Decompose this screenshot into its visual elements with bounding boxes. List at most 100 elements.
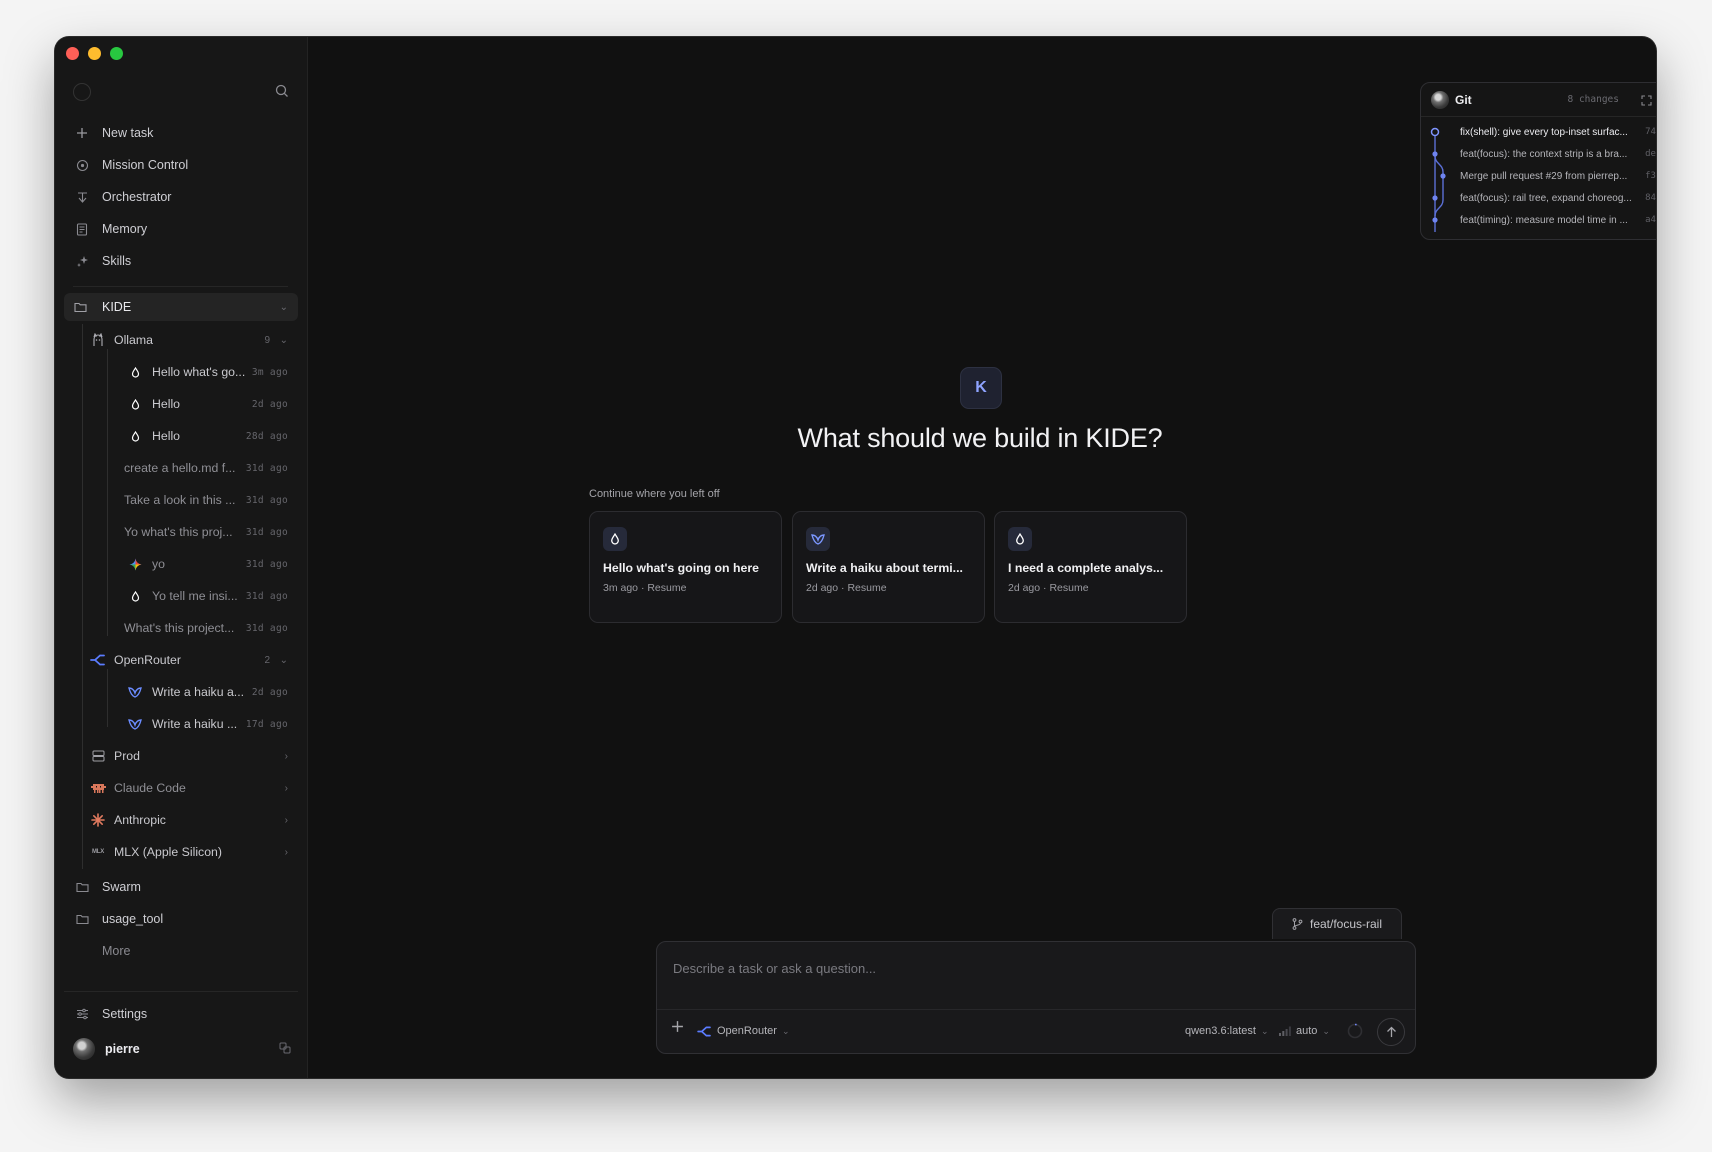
chat-age: 31d ago [245, 494, 288, 506]
search-icon[interactable] [275, 84, 291, 100]
workspace-logo: K [960, 367, 1002, 409]
commit-row[interactable]: Merge pull request #29 from pierrep... f… [1460, 166, 1656, 186]
provider-name: Claude Code [114, 781, 186, 795]
chevron-right-icon[interactable]: › [285, 847, 288, 858]
chat-item[interactable]: Write a haiku ... 17d ago [128, 711, 288, 737]
chat-item[interactable]: Hello 2d ago [128, 391, 288, 417]
chat-age: 3m ago [251, 366, 288, 378]
settings-link[interactable]: Settings [64, 1000, 298, 1028]
plus-icon [672, 1021, 683, 1032]
chevron-down-icon[interactable]: ⌄ [280, 335, 288, 346]
mlx-logo-icon: MLX [91, 849, 105, 855]
chevron-right-icon[interactable]: › [285, 751, 288, 762]
chat-item[interactable]: What's this project... 31d ago [124, 615, 288, 641]
chat-item[interactable]: yo 31d ago [128, 551, 288, 577]
chat-title: create a hello.md f... [124, 461, 236, 475]
user-profile[interactable]: pierre [55, 1035, 307, 1063]
resume-card[interactable]: Hello what's going on here 3m ago · Resu… [589, 511, 782, 623]
nav-label: New task [102, 126, 154, 140]
chat-item[interactable]: Hello what's go... 3m ago [128, 359, 288, 385]
chat-title: Yo what's this proj... [124, 525, 233, 539]
expand-icon[interactable] [1639, 93, 1653, 107]
chevron-right-icon[interactable]: › [285, 815, 288, 826]
provider-ollama[interactable]: Ollama 9 ⌄ [90, 327, 298, 353]
folder-icon [74, 301, 90, 313]
openrouter-bird-icon [806, 527, 830, 551]
more-link[interactable]: More [64, 937, 298, 965]
openrouter-bird-icon [128, 685, 142, 699]
composer-toolbar: OpenRouter ⌄ qwen3.6:latest ⌄ auto ⌄ [657, 1010, 1415, 1053]
commit-row[interactable]: fix(shell): give every top-inset surfac.… [1460, 122, 1656, 142]
provider-selector[interactable]: OpenRouter ⌄ [697, 1018, 789, 1044]
nav-new-task[interactable]: New task [64, 119, 298, 147]
provider-mlx[interactable]: MLX MLX (Apple Silicon) › [90, 839, 298, 865]
branch-selector[interactable]: feat/focus-rail [1272, 908, 1402, 939]
nav-mission-control[interactable]: Mission Control [64, 151, 298, 179]
provider-openrouter[interactable]: OpenRouter 2 ⌄ [90, 647, 298, 673]
resume-card[interactable]: I need a complete analys... 2d ago · Res… [994, 511, 1187, 623]
provider-name: MLX (Apple Silicon) [114, 845, 222, 859]
resume-card[interactable]: Write a haiku about termi... 2d ago · Re… [792, 511, 985, 623]
tree-line [107, 349, 108, 636]
chat-age: 17d ago [245, 718, 288, 730]
add-attachment-button[interactable] [671, 1020, 684, 1033]
status-circle-icon[interactable] [73, 83, 91, 101]
sidebar: New task Mission Control Orchestrator Me… [55, 37, 308, 1078]
folder-name: Swarm [102, 880, 141, 894]
ollama-drop-icon [1008, 527, 1032, 551]
chat-item[interactable]: Hello 28d ago [128, 423, 288, 449]
model-selector[interactable]: qwen3.6:latest ⌄ [1185, 1018, 1268, 1044]
nav-orchestrator[interactable]: Orchestrator [64, 183, 298, 211]
project-name: KIDE [102, 300, 132, 314]
nav-skills[interactable]: Skills [64, 247, 298, 275]
claude-code-icon [90, 780, 106, 796]
commit-row[interactable]: feat(focus): rail tree, expand choreog..… [1460, 188, 1656, 208]
context-usage-icon[interactable] [1347, 1023, 1363, 1039]
chevron-down-icon[interactable]: ⌄ [280, 302, 288, 313]
git-changes-count[interactable]: 8 changes [1568, 94, 1619, 105]
git-title: Git [1455, 92, 1472, 107]
chevron-down-icon: ⌄ [781, 1025, 790, 1036]
provider-anthropic[interactable]: Anthropic › [90, 807, 298, 833]
card-meta: 3m ago · Resume [603, 582, 687, 594]
nav-memory[interactable]: Memory [64, 215, 298, 243]
provider-claude-code[interactable]: Claude Code › [90, 775, 298, 801]
chat-count: 2 [264, 654, 270, 666]
signal-bars-icon [1279, 1026, 1291, 1036]
provider-label: OpenRouter [717, 1025, 777, 1037]
chevron-right-icon[interactable]: › [285, 783, 288, 794]
chat-title: Hello [152, 397, 181, 411]
commit-row[interactable]: feat(timing): measure model time in ... … [1460, 210, 1656, 230]
minimize-window-button[interactable] [88, 47, 101, 60]
project-kide[interactable]: KIDE ⌄ [64, 293, 298, 321]
chat-item[interactable]: Yo tell me insi... 31d ago [128, 583, 288, 609]
provider-name: Prod [114, 749, 140, 763]
chat-age: 31d ago [245, 590, 288, 602]
orchestrator-icon [74, 189, 90, 205]
nav-label: Orchestrator [102, 190, 172, 204]
folder-swarm[interactable]: Swarm [64, 873, 298, 901]
chat-count: 9 [264, 334, 270, 346]
send-button[interactable] [1377, 1018, 1405, 1046]
sidebar-divider [73, 286, 288, 287]
chat-item[interactable]: create a hello.md f... 31d ago [124, 455, 288, 481]
chat-item[interactable]: Write a haiku a... 2d ago [128, 679, 288, 705]
chat-title: What's this project... [124, 621, 235, 635]
window-controls [66, 47, 123, 60]
commit-hash: f3344de [1645, 171, 1656, 181]
provider-prod[interactable]: Prod › [90, 743, 298, 769]
commit-message: Merge pull request #29 from pierrep... [1460, 170, 1628, 182]
zoom-window-button[interactable] [110, 47, 123, 60]
chat-item[interactable]: Take a look in this ... 31d ago [124, 487, 288, 513]
prompt-input[interactable]: Describe a task or ask a question... [673, 961, 876, 976]
plus-icon [74, 125, 90, 141]
commit-row[interactable]: feat(focus): the context strip is a bra.… [1460, 144, 1656, 164]
composer: Describe a task or ask a question... Ope… [656, 941, 1416, 1054]
chat-item[interactable]: Yo what's this proj... 31d ago [124, 519, 288, 545]
folder-usage-tool[interactable]: usage_tool [64, 905, 298, 933]
chevron-down-icon[interactable]: ⌄ [280, 655, 288, 666]
mode-selector[interactable]: auto ⌄ [1279, 1018, 1330, 1044]
switch-account-icon[interactable] [279, 1042, 291, 1057]
close-window-button[interactable] [66, 47, 79, 60]
folder-icon [74, 879, 90, 895]
